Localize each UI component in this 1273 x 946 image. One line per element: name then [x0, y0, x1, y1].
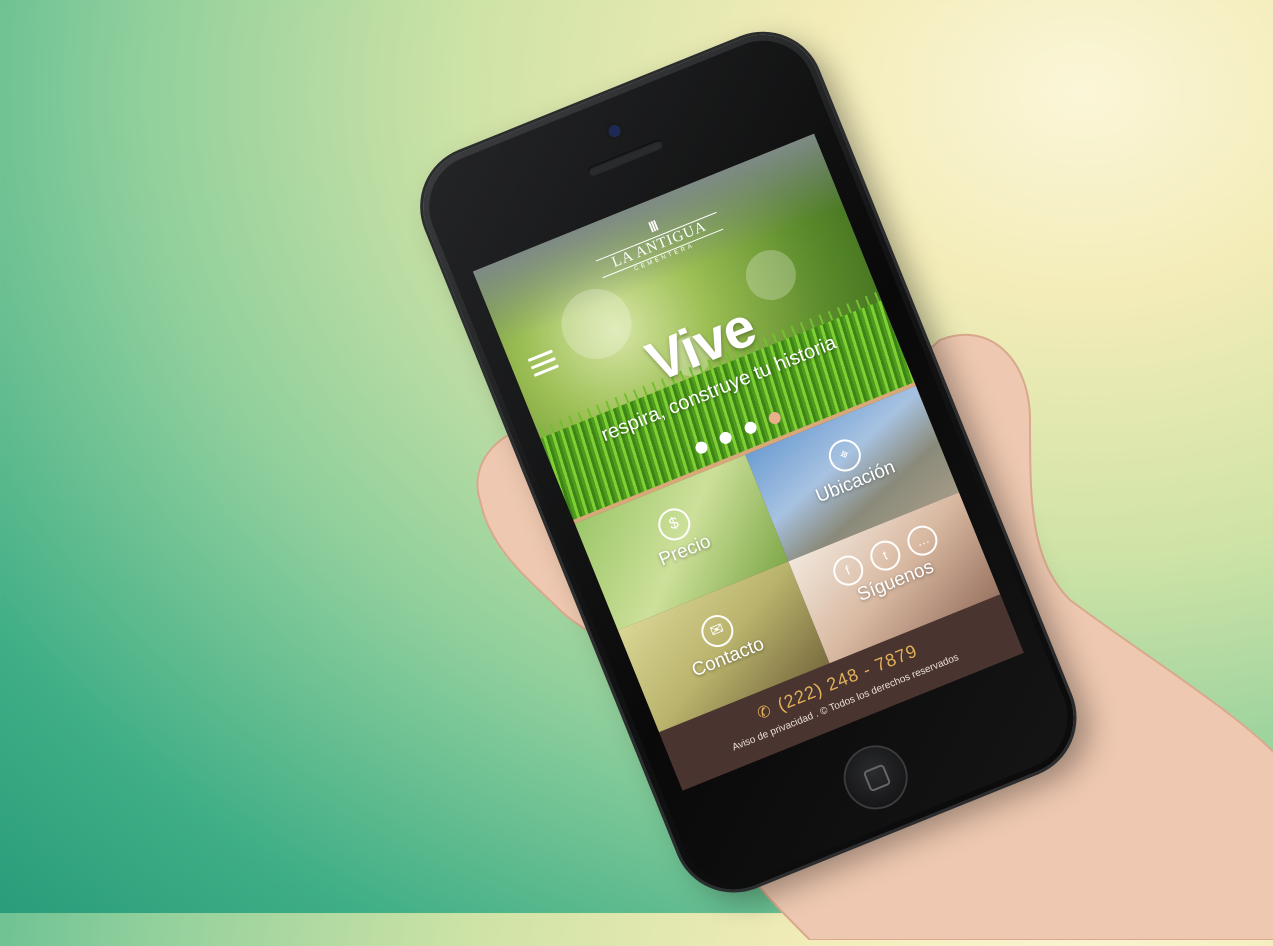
slider-dot-4-active[interactable]: [767, 410, 783, 426]
slider-dot-2[interactable]: [718, 429, 734, 446]
phone-icon: ✆: [754, 702, 775, 724]
slider-dot-3[interactable]: [742, 419, 759, 436]
phone-screen: ııı LA ANTIGUA CEMENTERA Vive respira, c…: [472, 133, 1024, 791]
front-camera-icon: [606, 123, 623, 139]
home-square-icon: [862, 763, 892, 793]
earpiece-speaker: [586, 138, 665, 178]
home-button[interactable]: [836, 738, 915, 817]
